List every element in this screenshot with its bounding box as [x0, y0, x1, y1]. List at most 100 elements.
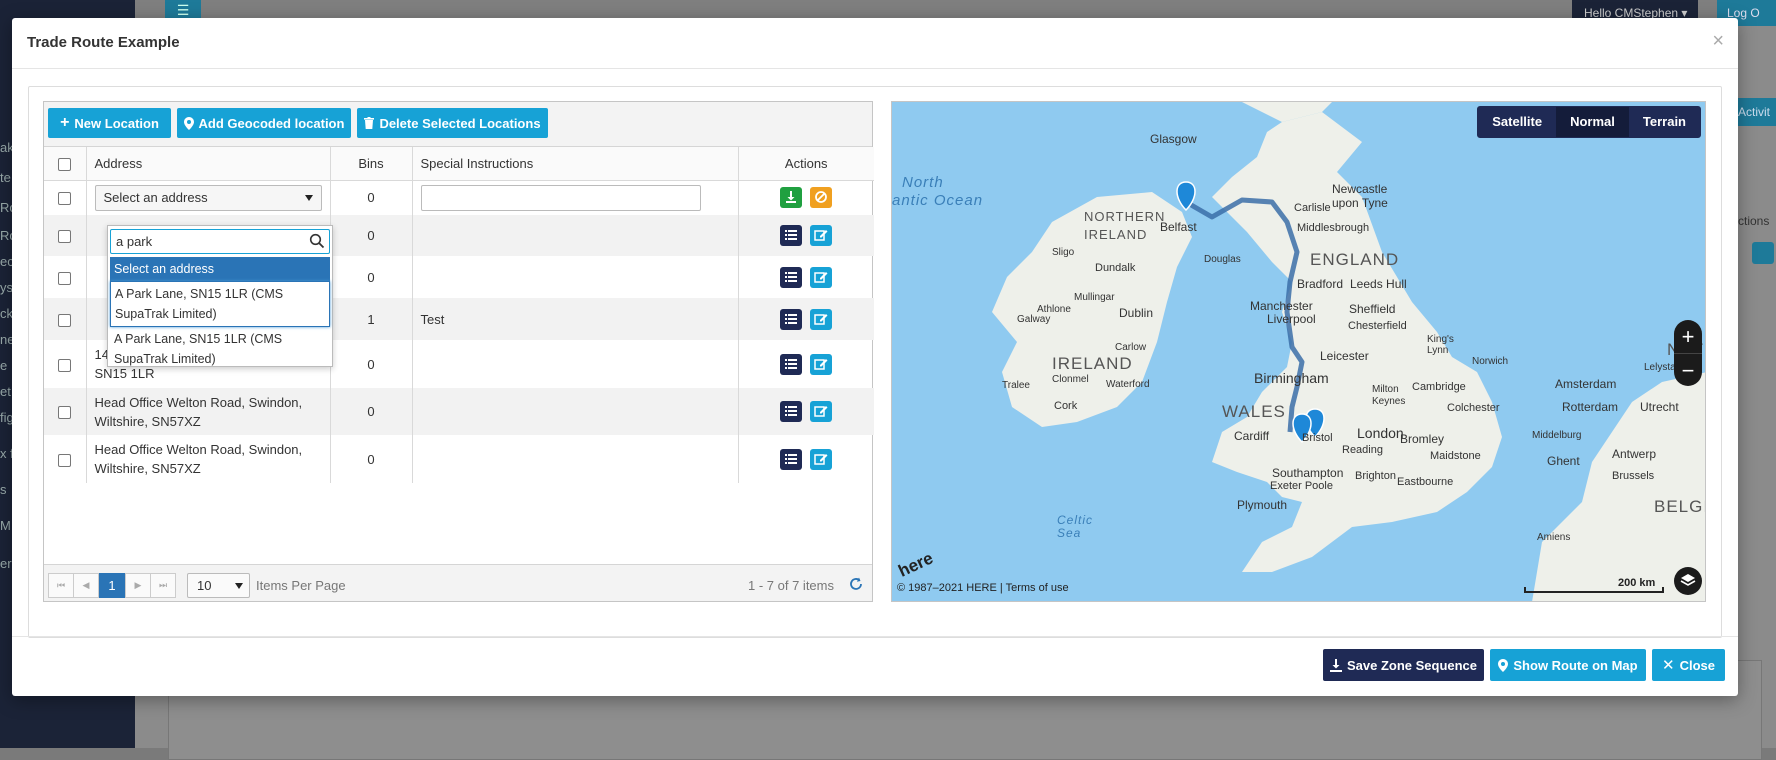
row-checkbox[interactable]	[58, 406, 72, 420]
list-icon	[785, 406, 798, 417]
background-activity-button: Activit	[1738, 98, 1776, 126]
map-layers-button[interactable]	[1674, 567, 1702, 595]
details-button[interactable]	[780, 353, 803, 375]
details-button[interactable]	[780, 225, 803, 247]
dropdown-option[interactable]: A Park Lane, SN15 1LR (CMS SupaTrak Limi…	[110, 281, 330, 327]
normal-mode-button[interactable]: Normal	[1556, 107, 1629, 137]
prev-page-button[interactable]: ◀	[73, 573, 99, 598]
edit-icon	[814, 313, 828, 325]
edit-button[interactable]	[810, 401, 833, 423]
modal-close-icon[interactable]: ×	[1712, 30, 1724, 53]
edit-button[interactable]	[810, 308, 833, 330]
row-checkbox[interactable]	[58, 358, 72, 372]
add-geocoded-location-button[interactable]: Add Geocoded location	[177, 108, 351, 138]
terrain-mode-button[interactable]: Terrain	[1629, 107, 1700, 137]
refresh-icon[interactable]	[848, 576, 864, 592]
list-icon	[785, 313, 798, 324]
special-instructions-header[interactable]: Special Instructions	[412, 147, 739, 181]
edit-button[interactable]	[810, 225, 833, 247]
map-label: Middelburg	[1532, 430, 1582, 441]
special-instructions-input[interactable]	[420, 184, 701, 211]
edit-icon	[814, 406, 828, 417]
table-row: Select an address 0	[44, 180, 874, 215]
map-label: Dublin	[1119, 306, 1154, 320]
instructions-cell	[412, 388, 739, 435]
map-label: Birmingham	[1254, 370, 1329, 386]
address-select[interactable]: Select an address	[94, 184, 322, 211]
zoom-out-button[interactable]: −	[1674, 353, 1702, 386]
map-label: Cardiff	[1234, 429, 1270, 443]
plus-icon: +	[60, 114, 70, 131]
dropdown-option[interactable]: A Park Lane, SN15 1LR (CMS SupaTrak Limi…	[110, 327, 330, 371]
bins-header[interactable]: Bins	[330, 147, 413, 181]
satellite-mode-button[interactable]: Satellite	[1478, 107, 1556, 137]
address-header[interactable]: Address	[86, 147, 331, 181]
close-icon: ✕	[1662, 657, 1675, 674]
save-row-button[interactable]	[780, 187, 803, 209]
address-cell: Head Office Welton Road, Swindon, Wiltsh…	[86, 388, 331, 435]
map-label: North	[902, 174, 944, 191]
close-button[interactable]: ✕ Close	[1652, 649, 1725, 681]
edit-button[interactable]	[810, 448, 833, 470]
zoom-in-button[interactable]: +	[1674, 320, 1702, 353]
map-label: ENGLAND	[1310, 250, 1400, 269]
details-button[interactable]	[780, 266, 803, 288]
ban-icon	[815, 191, 827, 204]
map-copyright[interactable]: © 1987–2021 HERE | Terms of use	[897, 582, 1069, 594]
row-checkbox[interactable]	[58, 192, 72, 206]
caret-down-icon	[235, 583, 243, 589]
edit-button[interactable]	[810, 266, 833, 288]
details-button[interactable]	[780, 308, 803, 330]
delete-selected-locations-button[interactable]: Delete Selected Locations	[357, 108, 548, 138]
details-button[interactable]	[780, 448, 803, 470]
map-label: Leeds Hull	[1350, 277, 1407, 291]
map-label: Maidstone	[1430, 450, 1481, 462]
map-label: Waterford	[1106, 379, 1150, 390]
cancel-row-button[interactable]	[810, 187, 833, 209]
map-label: Amiens	[1537, 532, 1571, 543]
map-scale-bar	[1524, 587, 1664, 593]
map-label: Galway	[1017, 314, 1051, 325]
edit-button[interactable]	[810, 353, 833, 375]
select-all-cell	[44, 147, 87, 181]
map-label: Belfast	[1160, 220, 1197, 234]
details-button[interactable]	[780, 401, 803, 423]
list-icon	[785, 453, 798, 464]
address-search-input[interactable]: a park	[110, 229, 330, 254]
edit-icon	[814, 271, 828, 283]
map-label: Newcastle upon Tyne	[1332, 182, 1388, 210]
next-page-button[interactable]: ▶	[125, 573, 151, 598]
show-route-on-map-button[interactable]: Show Route on Map	[1490, 649, 1646, 681]
current-page-button[interactable]: 1	[99, 573, 125, 598]
dropdown-option[interactable]: Select an address	[110, 257, 330, 281]
map-label: Colchester	[1447, 402, 1500, 414]
map-label: London	[1357, 425, 1404, 441]
map-canvas	[992, 102, 1705, 601]
grid-toolbar: + New Location Add Geocoded location Del…	[44, 102, 872, 147]
first-page-button[interactable]: ⏮	[48, 573, 74, 598]
select-all-checkbox[interactable]	[58, 157, 72, 171]
background-actions-label: ctions	[1738, 214, 1770, 228]
route-map[interactable]: Glasgow North antic Ocean NORTHERN IRELA…	[891, 101, 1706, 602]
map-label: Cork	[1054, 400, 1078, 412]
modal-title: Trade Route Example	[27, 34, 180, 51]
row-checkbox[interactable]	[58, 230, 72, 244]
map-label: BELGIU	[1654, 497, 1705, 516]
map-style-toggle: Satellite Normal Terrain	[1477, 106, 1701, 138]
bins-cell: 0	[330, 215, 413, 256]
row-checkbox[interactable]	[58, 271, 72, 285]
map-label: Utrecht	[1640, 400, 1679, 414]
trade-route-modal: Trade Route Example × + New Location Add…	[12, 18, 1738, 696]
map-label: Leicester	[1320, 349, 1369, 363]
map-zoom-control: + −	[1674, 320, 1702, 386]
caret-down-icon	[304, 194, 313, 201]
download-icon	[1329, 658, 1342, 672]
save-zone-sequence-button[interactable]: Save Zone Sequence	[1323, 649, 1484, 681]
map-label: Norwich	[1472, 356, 1509, 367]
bins-cell: 0	[330, 340, 413, 388]
row-checkbox[interactable]	[58, 453, 72, 467]
new-location-button[interactable]: + New Location	[48, 108, 171, 138]
page-size-select[interactable]: 10	[187, 573, 250, 598]
last-page-button[interactable]: ⏭	[150, 573, 176, 598]
row-checkbox[interactable]	[58, 313, 72, 327]
